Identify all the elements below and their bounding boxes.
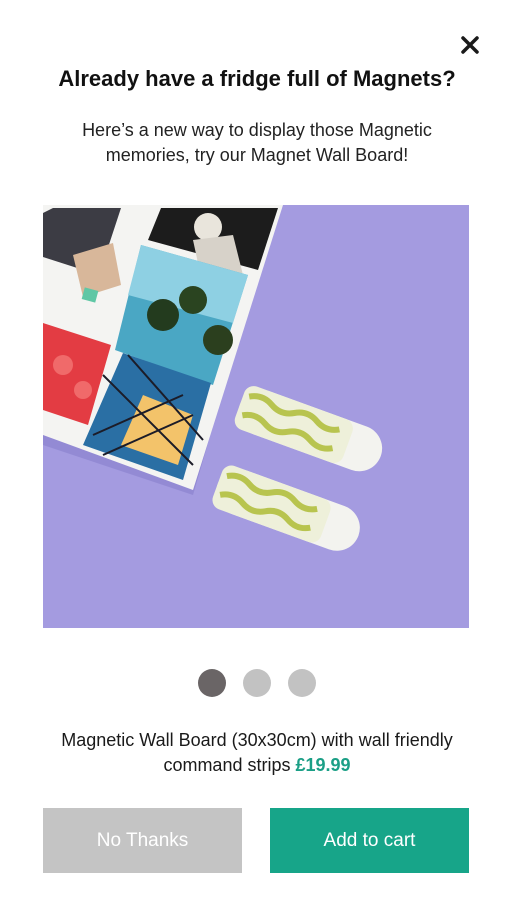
carousel-dot-2[interactable]: [243, 669, 271, 697]
product-photo: [43, 205, 469, 628]
close-button[interactable]: [455, 30, 485, 60]
popup-subtitle: Here’s a new way to display those Magnet…: [82, 120, 432, 165]
close-icon: [461, 36, 479, 54]
product-price: £19.99: [295, 755, 351, 775]
product-image: [43, 205, 469, 628]
carousel-dots: [0, 669, 514, 697]
no-thanks-button[interactable]: No Thanks: [43, 808, 242, 873]
popup-title: Already have a fridge full of Magnets?: [58, 66, 456, 91]
carousel-dot-1[interactable]: [198, 669, 226, 697]
carousel-dot-3[interactable]: [288, 669, 316, 697]
product-description: Magnetic Wall Board (30x30cm) with wall …: [30, 728, 484, 778]
add-to-cart-button[interactable]: Add to cart: [270, 808, 469, 873]
product-description-text: Magnetic Wall Board (30x30cm) with wall …: [61, 730, 453, 775]
